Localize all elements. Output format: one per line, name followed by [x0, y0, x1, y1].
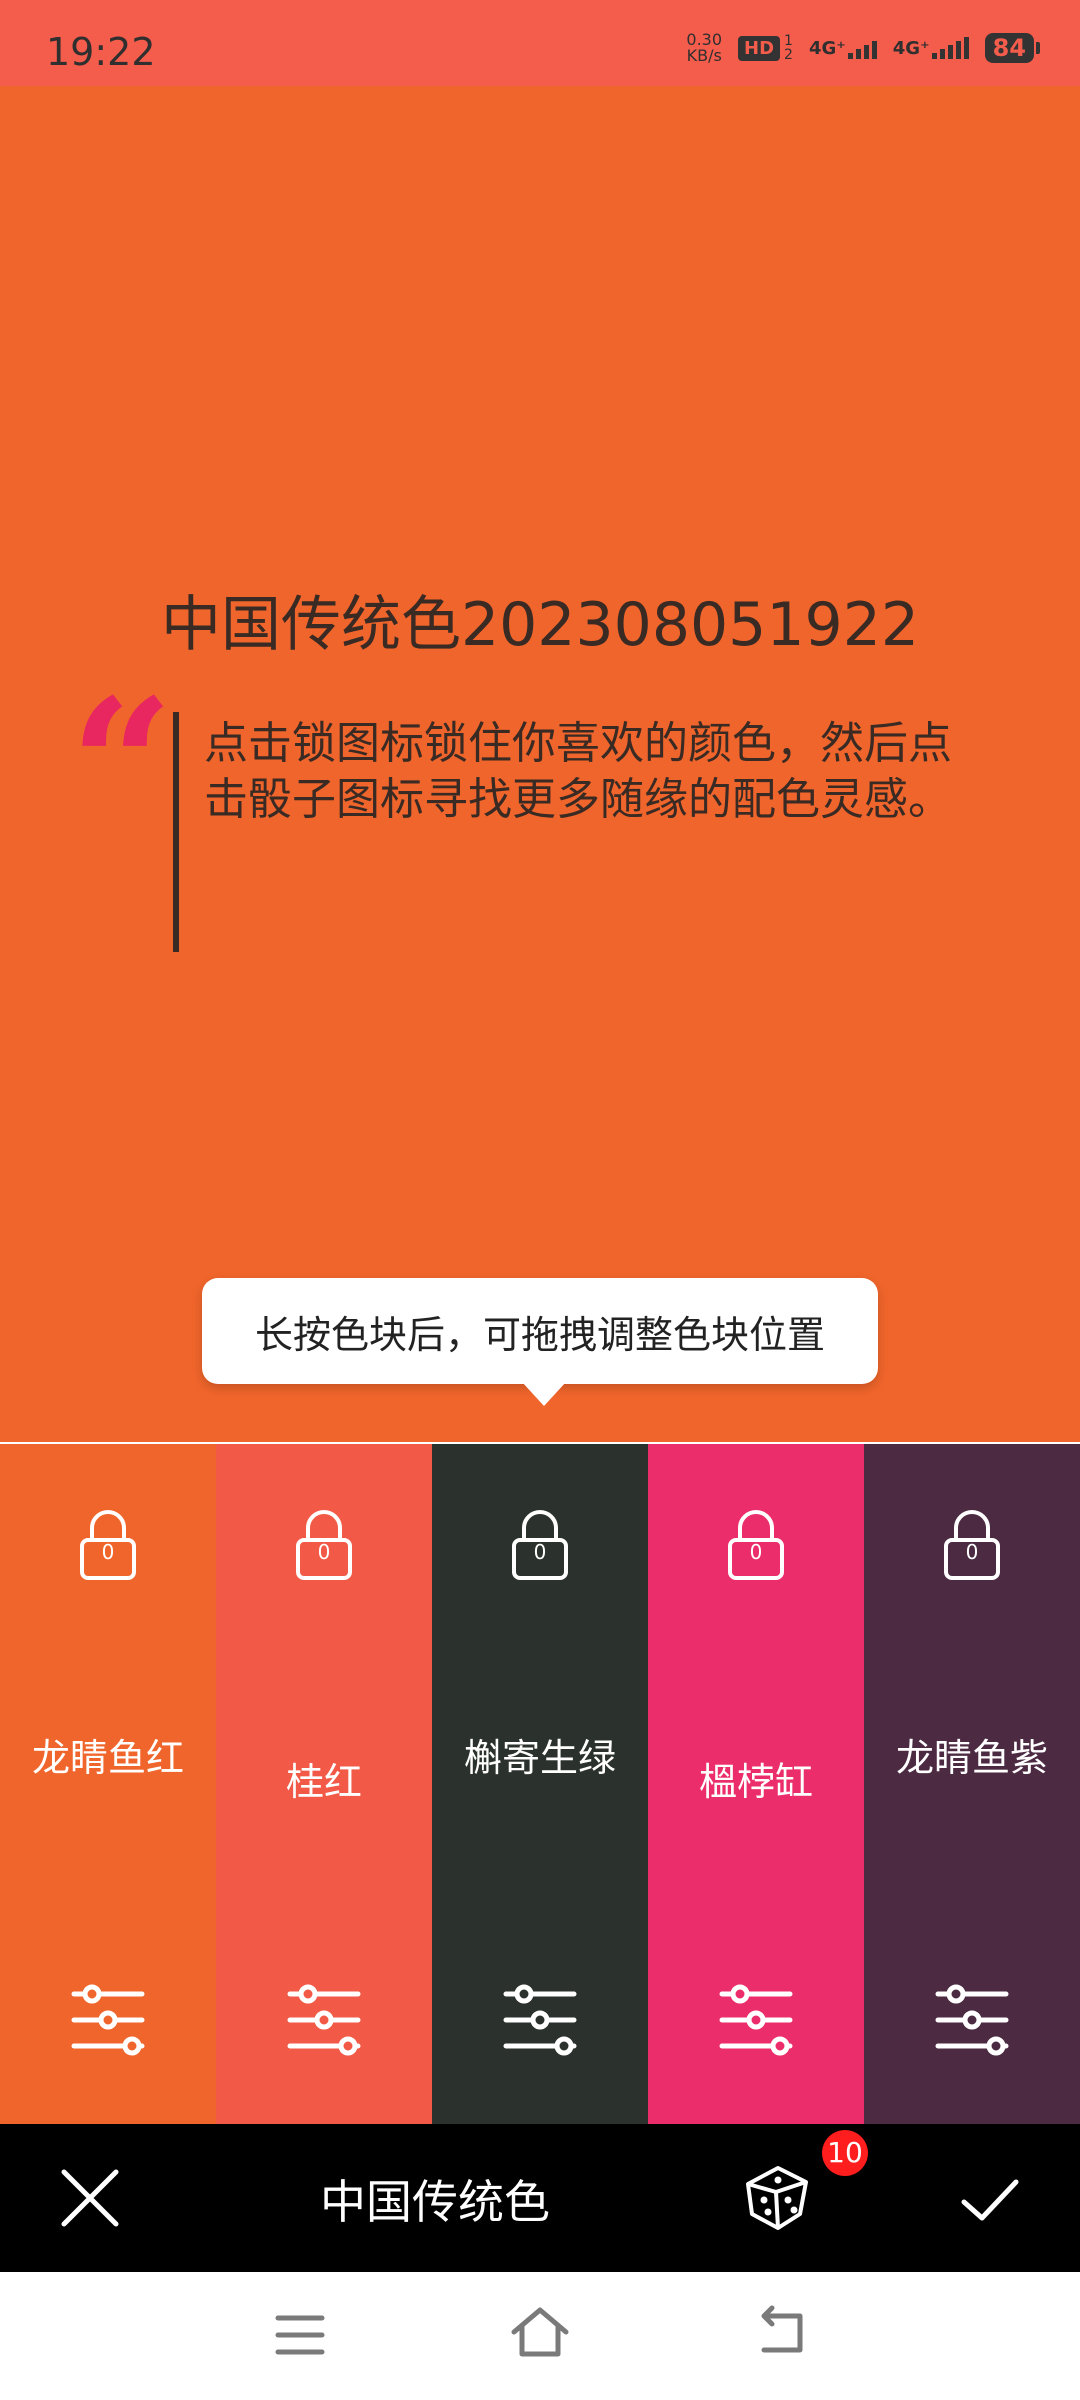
quote-divider — [173, 712, 179, 952]
sliders-icon[interactable] — [934, 1984, 1010, 2056]
close-icon[interactable] — [56, 2164, 124, 2232]
status-indicators: 0.30 KB/s HD 1 2 4G⁺ 4G⁺ 84 — [686, 32, 1041, 64]
swatch-5[interactable]: 0 龙睛鱼紫 — [864, 1444, 1080, 2126]
dice-count-badge: 10 — [822, 2130, 868, 2176]
signal-1-bars-icon — [847, 37, 877, 59]
check-icon[interactable] — [958, 2168, 1022, 2232]
lock-icon[interactable]: 0 — [294, 1506, 354, 1586]
bottom-action-bar: 中国传统色 — [0, 2124, 1080, 2272]
swatch-name: 桂红 — [285, 1760, 362, 1804]
hint-text: 点击锁图标锁住你喜欢的颜色，然后点击骰子图标寻找更多随缘的配色灵感。 — [204, 718, 952, 825]
swatch-name: 龙睛鱼红 — [31, 1736, 184, 1780]
signal-1: 4G⁺ — [809, 37, 877, 59]
back-icon[interactable] — [754, 2304, 808, 2358]
signal-2-label: 4G⁺ — [892, 38, 930, 59]
sliders-icon[interactable] — [70, 1984, 146, 2056]
lock-count: 0 — [965, 1540, 979, 1564]
status-bar: 19:22 0.30 KB/s HD 1 2 4G⁺ 4G⁺ 84 — [0, 0, 1080, 86]
hd-label: HD — [738, 35, 781, 61]
quote-mark-icon: “ — [70, 660, 174, 871]
lock-icon[interactable]: 0 — [78, 1506, 138, 1586]
drag-tooltip: 长按色块后，可拖拽调整色块位置 — [202, 1278, 878, 1406]
lock-icon[interactable]: 0 — [510, 1506, 570, 1586]
home-icon[interactable] — [510, 2304, 570, 2360]
sliders-icon[interactable] — [286, 1984, 362, 2056]
system-nav-bar — [0, 2272, 1080, 2400]
lock-icon[interactable]: 0 — [726, 1506, 786, 1586]
signal-1-label: 4G⁺ — [808, 38, 846, 59]
battery-indicator: 84 — [984, 33, 1041, 63]
network-speed: 0.30 KB/s — [686, 32, 722, 64]
swatch-name: 龙睛鱼紫 — [895, 1736, 1048, 1780]
swatch-name: 槲寄生绿 — [463, 1736, 616, 1780]
swatch-3[interactable]: 0 槲寄生绿 — [432, 1444, 648, 2126]
menu-icon[interactable] — [274, 2312, 326, 2358]
page-title: 中国传统色202308051922 — [160, 590, 920, 660]
lock-count: 0 — [533, 1540, 547, 1564]
swatch-1[interactable]: 0 龙睛鱼红 — [0, 1444, 216, 2126]
color-preview-area: 中国传统色202308051922 “ 点击锁图标锁住你喜欢的颜色，然后点击骰子… — [0, 86, 1080, 1442]
network-speed-unit: KB/s — [686, 46, 722, 65]
signal-2-bars-icon — [931, 37, 969, 59]
dice-icon[interactable] — [742, 2162, 814, 2234]
lock-count: 0 — [749, 1540, 763, 1564]
signal-2: 4G⁺ — [893, 37, 969, 59]
swatch-4[interactable]: 0 榲桲缸 — [648, 1444, 864, 2126]
swatch-name: 榲桲缸 — [698, 1760, 813, 1804]
swatch-2[interactable]: 0 桂红 — [216, 1444, 432, 2126]
sliders-icon[interactable] — [718, 1984, 794, 2056]
status-time: 19:22 — [46, 30, 156, 74]
lock-count: 0 — [101, 1540, 115, 1564]
lock-icon[interactable]: 0 — [942, 1506, 1002, 1586]
hd-indicator: HD 1 2 — [738, 34, 793, 62]
lock-count: 0 — [317, 1540, 331, 1564]
palette-title: 中国传统色 — [320, 2175, 550, 2229]
sim2-sub: 2 — [784, 47, 793, 63]
sim1-sub: 1 — [784, 33, 793, 49]
swatch-row: 0 龙睛鱼红 0 桂红 0 槲寄生绿 0 榲桲缸 0 龙睛鱼紫 — [0, 1442, 1080, 2126]
sliders-icon[interactable] — [502, 1984, 578, 2056]
